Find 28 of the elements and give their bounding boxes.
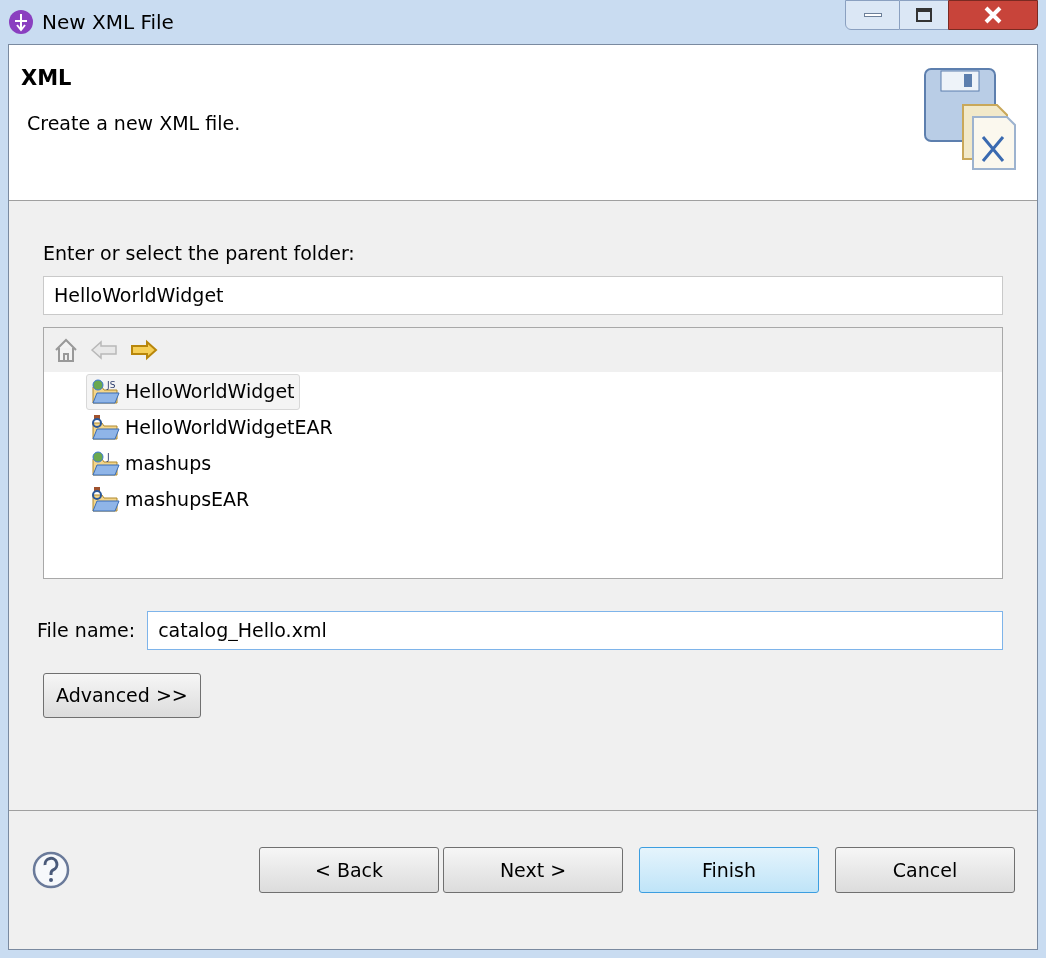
page-title: XML (21, 65, 73, 92)
window-title: New XML File (42, 9, 174, 36)
app-logo-icon (8, 9, 34, 35)
maximize-button[interactable] (900, 0, 948, 30)
dialog-button[interactable]: Cancel (835, 847, 1015, 893)
page-description: Create a new XML file. (27, 110, 241, 136)
tree-item[interactable]: JS HelloWorldWidget (86, 373, 300, 410)
help-icon[interactable] (31, 850, 71, 890)
dialog-button[interactable]: Next > (443, 847, 623, 893)
project-folder-icon (91, 414, 121, 441)
close-icon (983, 6, 1003, 24)
advanced-button[interactable]: Advanced >> (43, 672, 201, 718)
parent-folder-field[interactable]: HelloWorldWidget (43, 275, 1003, 315)
tree-item-label: mashupsEAR (125, 487, 250, 513)
parent-folder-label: Enter or select the parent folder: (43, 241, 356, 266)
tree-item-label: HelloWorldWidget (125, 379, 295, 405)
project-folder-icon (91, 486, 121, 513)
tree-item[interactable]: mashupsEAR (86, 481, 255, 518)
file-name-field[interactable]: catalog_Hello.xml (147, 610, 1003, 650)
tree-item[interactable]: HelloWorldWidgetEAR (86, 409, 338, 446)
dialog-button[interactable]: Finish (639, 847, 819, 893)
close-button[interactable] (948, 0, 1038, 30)
tree-item-label: mashups (125, 451, 212, 477)
file-name-label: File name: (37, 617, 136, 643)
tree-item[interactable]: J mashups (86, 445, 217, 482)
forward-arrow-icon[interactable] (130, 338, 158, 361)
tree-item-label: HelloWorldWidgetEAR (125, 415, 333, 441)
dialog-button[interactable]: < Back (259, 847, 439, 893)
